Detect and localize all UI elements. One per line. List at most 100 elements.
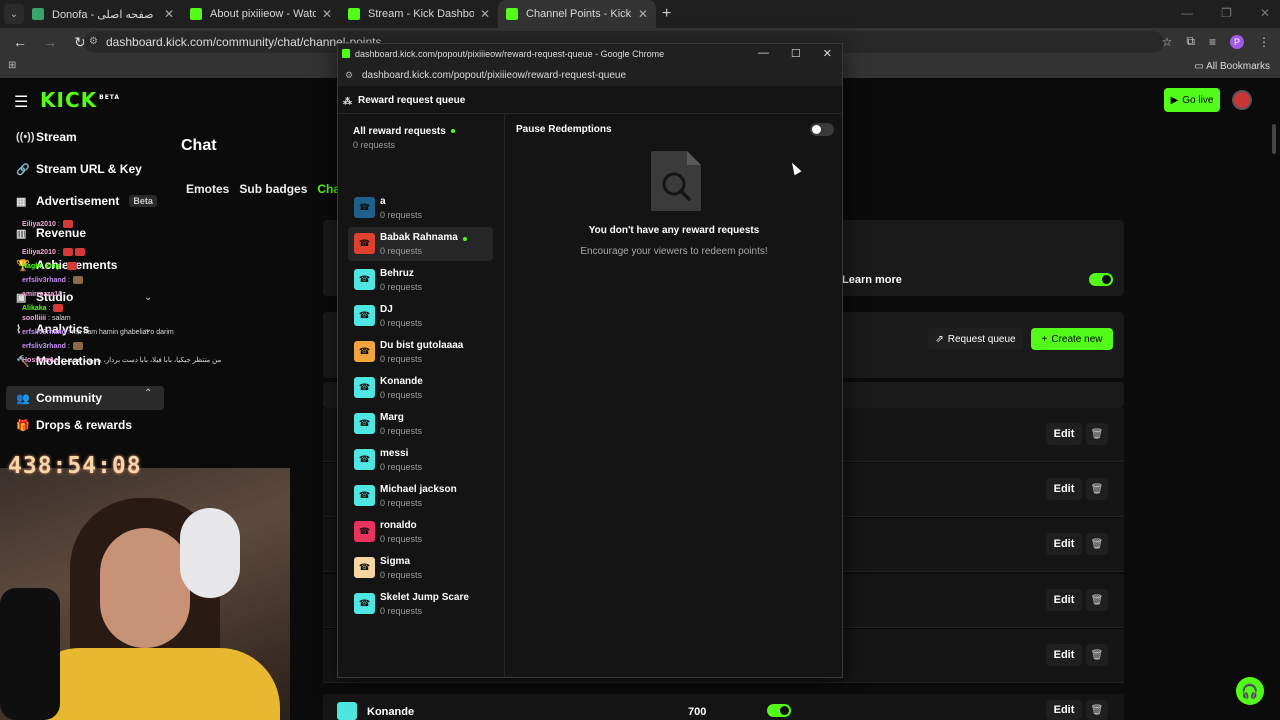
browser-tab[interactable]: About pixiiieow - Watch Live on ✕ — [182, 0, 340, 28]
all-bookmarks-label: All Bookmarks — [1206, 61, 1270, 72]
reward-list-item[interactable]: ☎ Du bist gutolaaaa 0 requests — [348, 335, 493, 369]
close-window-icon[interactable]: ✕ — [1260, 6, 1270, 20]
browser-tab-active[interactable]: Channel Points - Kick Dashboard ✕ — [498, 0, 656, 28]
profile-avatar[interactable]: P — [1230, 34, 1244, 49]
close-icon[interactable]: ✕ — [480, 7, 490, 21]
popout-url-bar: ⚙ dashboard.kick.com/popout/pixiiieow/re… — [338, 64, 842, 86]
reward-list-item[interactable]: ☎ Konande 0 requests — [348, 371, 493, 405]
reward-toggle[interactable] — [767, 704, 791, 717]
go-live-icon: ▶ — [1170, 94, 1179, 106]
popout-window: dashboard.kick.com/popout/pixiiieow/rewa… — [337, 43, 843, 678]
request-queue-button[interactable]: ⇗ Request queue — [928, 328, 1023, 350]
sidebar-item-advertisement[interactable]: ▦ Advertisement Beta — [16, 194, 157, 208]
go-live-button[interactable]: ▶ Go live — [1164, 88, 1220, 112]
tab-title: Channel Points - Kick Dashboard — [526, 8, 632, 20]
kick-logo[interactable]: KICK BETA — [40, 88, 120, 112]
reward-icon: ☎ — [354, 233, 375, 254]
popout-titlebar: dashboard.kick.com/popout/pixiiieow/rewa… — [338, 44, 842, 64]
trash-icon[interactable]: 🗑 — [1086, 478, 1108, 500]
reward-name: ronaldo — [380, 520, 417, 531]
window-controls: — ❐ ✕ — [1181, 6, 1270, 20]
online-dot — [463, 237, 467, 241]
sidebar-item-stream[interactable]: ((•)) Stream — [16, 130, 77, 144]
scrollbar[interactable] — [1272, 124, 1276, 154]
reward-name: Konande — [367, 706, 415, 718]
logo-text: KICK — [40, 88, 98, 112]
forward-icon[interactable]: → — [40, 34, 60, 50]
trash-icon[interactable]: 🗑 — [1086, 423, 1108, 445]
reward-list-item[interactable]: ☎ messi 0 requests — [348, 443, 493, 477]
trash-icon[interactable]: 🗑 — [1086, 644, 1108, 666]
popout-window-controls: — ☐ ✕ — [758, 47, 832, 60]
create-new-button[interactable]: + Create new — [1031, 328, 1113, 350]
sidebar-item-stream-url[interactable]: 🔗 Stream URL & Key — [16, 162, 142, 176]
reward-request-count: 0 requests — [380, 570, 423, 580]
restore-icon[interactable]: ❐ — [1221, 6, 1232, 20]
support-chat-icon[interactable]: 🎧 — [1236, 677, 1264, 705]
reward-list-item[interactable]: ☎ Michael jackson 0 requests — [348, 479, 493, 513]
reward-icon: ☎ — [354, 197, 375, 218]
menu-kebab-icon[interactable]: ⋮ — [1258, 35, 1270, 49]
go-live-label: Go live — [1182, 94, 1214, 106]
apps-grid-icon[interactable]: ⊞ — [8, 60, 16, 71]
reward-list-item[interactable]: ☎ ronaldo 0 requests — [348, 515, 493, 549]
media-icon[interactable]: ≡ — [1209, 35, 1216, 49]
trash-icon[interactable]: 🗑 — [1086, 589, 1108, 611]
edit-button[interactable]: Edit — [1046, 423, 1082, 445]
sidebar-item-community[interactable]: 👥 Community — [6, 386, 164, 410]
reward-list-item[interactable]: ☎ Marg 0 requests — [348, 407, 493, 441]
tab-sub-badges[interactable]: Sub badges — [239, 182, 307, 196]
reward-list-item[interactable]: ☎ Sigma 0 requests — [348, 551, 493, 585]
trash-icon[interactable]: 🗑 — [1086, 700, 1108, 720]
chevron-up-icon[interactable]: ⌃ — [144, 388, 152, 399]
request-detail-panel: Pause Redemptions You don't have any rew… — [506, 114, 842, 677]
minimize-icon[interactable]: — — [1181, 6, 1193, 20]
maximize-icon[interactable]: ☐ — [791, 47, 801, 60]
bookmark-star-icon[interactable]: ☆ — [1162, 35, 1173, 49]
sidebar-item-drops[interactable]: 🎁 Drops & rewards — [16, 418, 132, 432]
trash-icon[interactable]: 🗑 — [1086, 533, 1108, 555]
hamburger-menu-icon[interactable]: ☰ — [14, 92, 28, 112]
edit-button[interactable]: Edit — [1046, 700, 1082, 720]
tab-emotes[interactable]: Emotes — [186, 182, 229, 196]
close-icon[interactable]: ✕ — [638, 7, 648, 21]
learn-more-link[interactable]: Learn more — [842, 274, 902, 286]
reward-list-item[interactable]: ☎ Babak Rahnama 0 requests — [348, 227, 493, 261]
user-avatar[interactable] — [1232, 90, 1252, 110]
extensions-icon[interactable]: ⧉ — [1186, 34, 1195, 49]
tab-search-button[interactable]: ⌄ — [4, 4, 24, 24]
site-info-icon[interactable]: ⚙ — [345, 70, 353, 81]
reward-list-item[interactable]: ☎ DJ 0 requests — [348, 299, 493, 333]
browser-tab[interactable]: Donofa - صفحه اصلی ✕ — [24, 0, 182, 28]
edit-button[interactable]: Edit — [1046, 533, 1082, 555]
close-icon[interactable]: ✕ — [322, 7, 332, 21]
emote-icon — [62, 248, 73, 257]
new-tab-button[interactable]: + — [662, 5, 671, 23]
queue-icon: ⁂ — [343, 96, 352, 106]
reward-name: Sigma — [380, 556, 411, 567]
reward-list-item[interactable]: ☎ Behruz 0 requests — [348, 263, 493, 297]
reward-list-item[interactable]: ☎ Skelet Jump Scare 0 requests — [348, 587, 493, 621]
reward-request-count: 0 requests — [380, 534, 423, 544]
edit-button[interactable]: Edit — [1046, 589, 1082, 611]
site-info-icon[interactable]: ⚙ — [89, 36, 101, 48]
pause-redemptions-toggle[interactable] — [810, 123, 834, 136]
emote-icon — [66, 262, 77, 271]
back-icon[interactable]: ← — [10, 34, 30, 50]
create-new-label: Create new — [1051, 333, 1103, 345]
channel-points-toggle[interactable] — [1089, 273, 1113, 286]
reward-icon — [337, 702, 357, 720]
reward-request-count: 0 requests — [380, 318, 423, 328]
browser-tab[interactable]: Stream - Kick Dashboard ✕ — [340, 0, 498, 28]
reward-icon: ☎ — [354, 305, 375, 326]
edit-button[interactable]: Edit — [1046, 644, 1082, 666]
tab-title: Stream - Kick Dashboard — [368, 8, 474, 20]
online-dot — [450, 129, 455, 134]
edit-button[interactable]: Edit — [1046, 478, 1082, 500]
reward-list-item[interactable]: ☎ a 0 requests — [348, 191, 493, 225]
close-icon[interactable]: ✕ — [164, 7, 174, 21]
all-bookmarks[interactable]: ▭ All Bookmarks — [1194, 61, 1270, 72]
close-window-icon[interactable]: ✕ — [823, 47, 832, 60]
all-reward-requests[interactable]: All reward requests — [353, 126, 455, 137]
minimize-icon[interactable]: — — [758, 47, 769, 60]
